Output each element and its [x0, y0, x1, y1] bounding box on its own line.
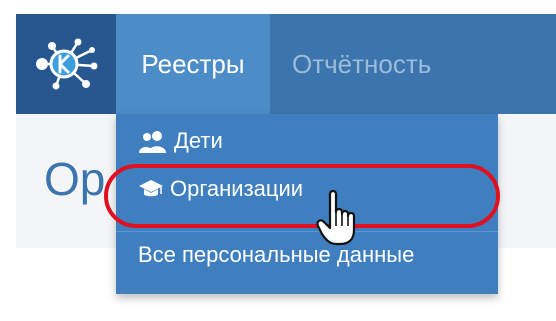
nav-tab-label: Реестры [141, 48, 245, 79]
menu-divider [116, 231, 498, 232]
page-title: Ор [44, 153, 106, 205]
users-icon [139, 131, 166, 153]
menu-item-label: Все персональные данные [138, 242, 415, 267]
nav-tab-label: Отчётность [292, 48, 432, 79]
menu-item-label: Дети [174, 128, 223, 153]
logo-icon [36, 38, 98, 90]
hand-pointer-cursor-icon [316, 189, 356, 246]
nav-tab-reports[interactable]: Отчётность [270, 14, 470, 114]
menu-item-children[interactable]: Дети [138, 128, 223, 154]
app-logo[interactable] [16, 14, 116, 114]
menu-item-all-personal-data[interactable]: Все персональные данные [138, 242, 414, 268]
nav-tab-registries[interactable]: Реестры [116, 14, 270, 114]
highlight-ellipse [104, 164, 500, 228]
